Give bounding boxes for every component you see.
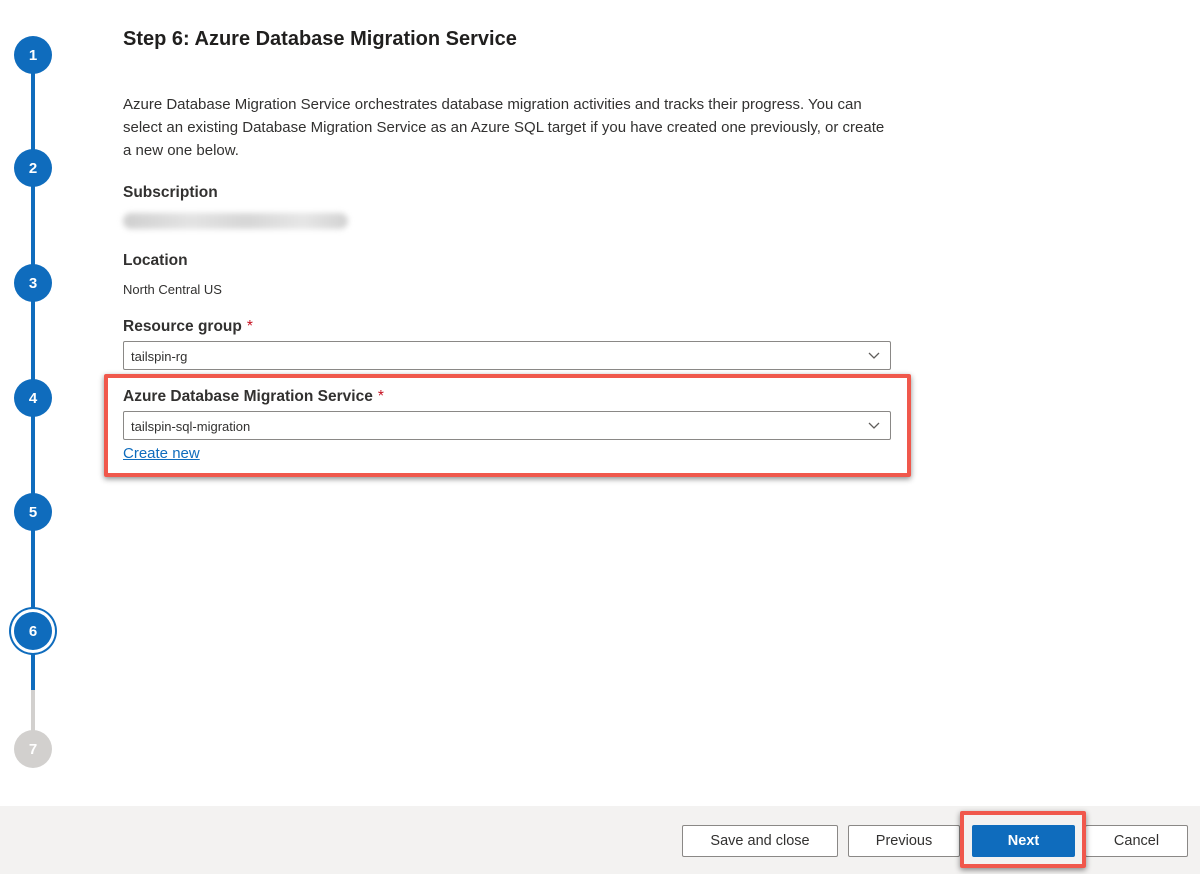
- step-5[interactable]: 5: [14, 493, 52, 531]
- page-description: Azure Database Migration Service orchest…: [123, 96, 885, 159]
- resource-group-label-text: Resource group: [123, 318, 242, 335]
- location-label: Location: [123, 252, 188, 269]
- step-2[interactable]: 2: [14, 149, 52, 187]
- step-4[interactable]: 4: [14, 379, 52, 417]
- subscription-value-redacted: [123, 213, 348, 229]
- subscription-label: Subscription: [123, 184, 218, 201]
- wizard-stepper: 1 2 3 4 5 6 7: [0, 0, 70, 800]
- save-and-close-button[interactable]: Save and close: [682, 825, 838, 857]
- resource-group-selected-value: tailspin-rg: [131, 349, 188, 364]
- step-7: 7: [14, 730, 52, 768]
- next-highlight-callout: [960, 811, 1086, 868]
- page-title: Step 6: Azure Database Migration Service: [123, 28, 517, 50]
- dms-highlight-callout: [104, 374, 911, 477]
- resource-group-dropdown[interactable]: tailspin-rg: [123, 341, 891, 370]
- step-3[interactable]: 3: [14, 264, 52, 302]
- resource-group-label: Resource group *: [123, 318, 253, 336]
- step-1[interactable]: 1: [14, 36, 52, 74]
- step-6-current[interactable]: 6: [14, 612, 52, 650]
- chevron-down-icon: [868, 352, 880, 359]
- required-marker: *: [246, 318, 253, 335]
- location-value: North Central US: [123, 282, 222, 297]
- cancel-button[interactable]: Cancel: [1085, 825, 1188, 857]
- previous-button[interactable]: Previous: [848, 825, 960, 857]
